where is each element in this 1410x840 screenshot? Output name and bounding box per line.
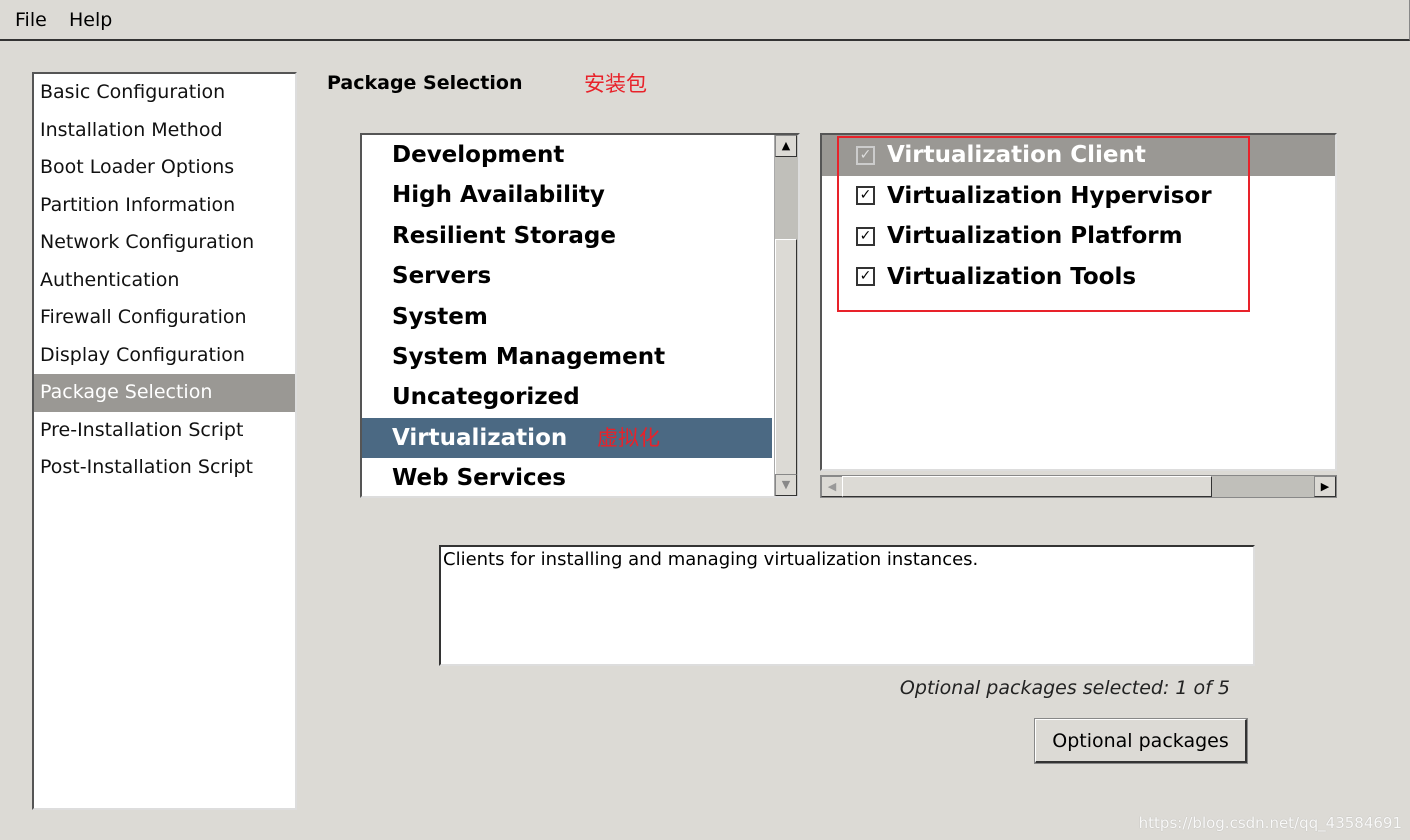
vertical-scrollbar[interactable]: ▲ ▼ — [774, 135, 798, 496]
sidebar-item-package-selection[interactable]: Package Selection — [34, 374, 295, 412]
scroll-down-button[interactable]: ▼ — [775, 474, 797, 496]
sidebar-item-network-configuration[interactable]: Network Configuration — [34, 224, 295, 262]
scroll-thumb[interactable] — [842, 476, 1212, 497]
scroll-thumb[interactable] — [775, 239, 797, 475]
annotation-title: 安装包 — [584, 72, 647, 96]
scroll-left-button[interactable]: ◀ — [821, 476, 843, 497]
sidebar-item-basic-configuration[interactable]: Basic Configuration — [34, 74, 295, 112]
sidebar-item-firewall-configuration[interactable]: Firewall Configuration — [34, 299, 295, 337]
group-item[interactable]: Servers — [362, 256, 772, 296]
group-item[interactable]: Development — [362, 135, 772, 175]
group-item[interactable]: Resilient Storage — [362, 216, 772, 256]
menu-file[interactable]: File — [15, 9, 47, 31]
annotation-group: 虚拟化 — [597, 426, 660, 450]
sidebar-item-authentication[interactable]: Authentication — [34, 262, 295, 300]
group-item[interactable]: High Availability — [362, 175, 772, 215]
group-item[interactable]: Uncategorized — [362, 377, 772, 417]
menu-help[interactable]: Help — [69, 9, 112, 31]
group-description: Clients for installing and managing virt… — [439, 545, 1255, 666]
group-item[interactable]: System Management — [362, 337, 772, 377]
watermark: https://blog.csdn.net/qq_43584691 — [1138, 814, 1402, 832]
horizontal-scrollbar[interactable]: ◀ ▶ — [820, 475, 1337, 498]
sidebar-item-display-configuration[interactable]: Display Configuration — [34, 337, 295, 375]
sidebar-item-installation-method[interactable]: Installation Method — [34, 112, 295, 150]
group-item[interactable]: System — [362, 297, 772, 337]
sidebar-item-pre-installation-script[interactable]: Pre-Installation Script — [34, 412, 295, 450]
menu-bar: File Help — [0, 0, 1410, 41]
sidebar-item-boot-loader-options[interactable]: Boot Loader Options — [34, 149, 295, 187]
sidebar-item-partition-information[interactable]: Partition Information — [34, 187, 295, 225]
sidebar-item-post-installation-script[interactable]: Post-Installation Script — [34, 449, 295, 487]
group-item[interactable]: Web Services — [362, 458, 772, 496]
scroll-right-button[interactable]: ▶ — [1314, 476, 1336, 497]
package-group-list: Development High Availability Resilient … — [360, 133, 800, 498]
annotation-highlight-box — [837, 136, 1250, 312]
sidebar-nav: Basic Configuration Installation Method … — [32, 72, 297, 810]
group-item-selected[interactable]: Virtualization — [362, 417, 772, 459]
optional-packages-count: Optional packages selected: 1 of 5 — [899, 677, 1230, 699]
optional-packages-button[interactable]: Optional packages — [1034, 718, 1248, 764]
scroll-up-button[interactable]: ▲ — [775, 135, 797, 157]
page-title: Package Selection — [327, 72, 523, 94]
